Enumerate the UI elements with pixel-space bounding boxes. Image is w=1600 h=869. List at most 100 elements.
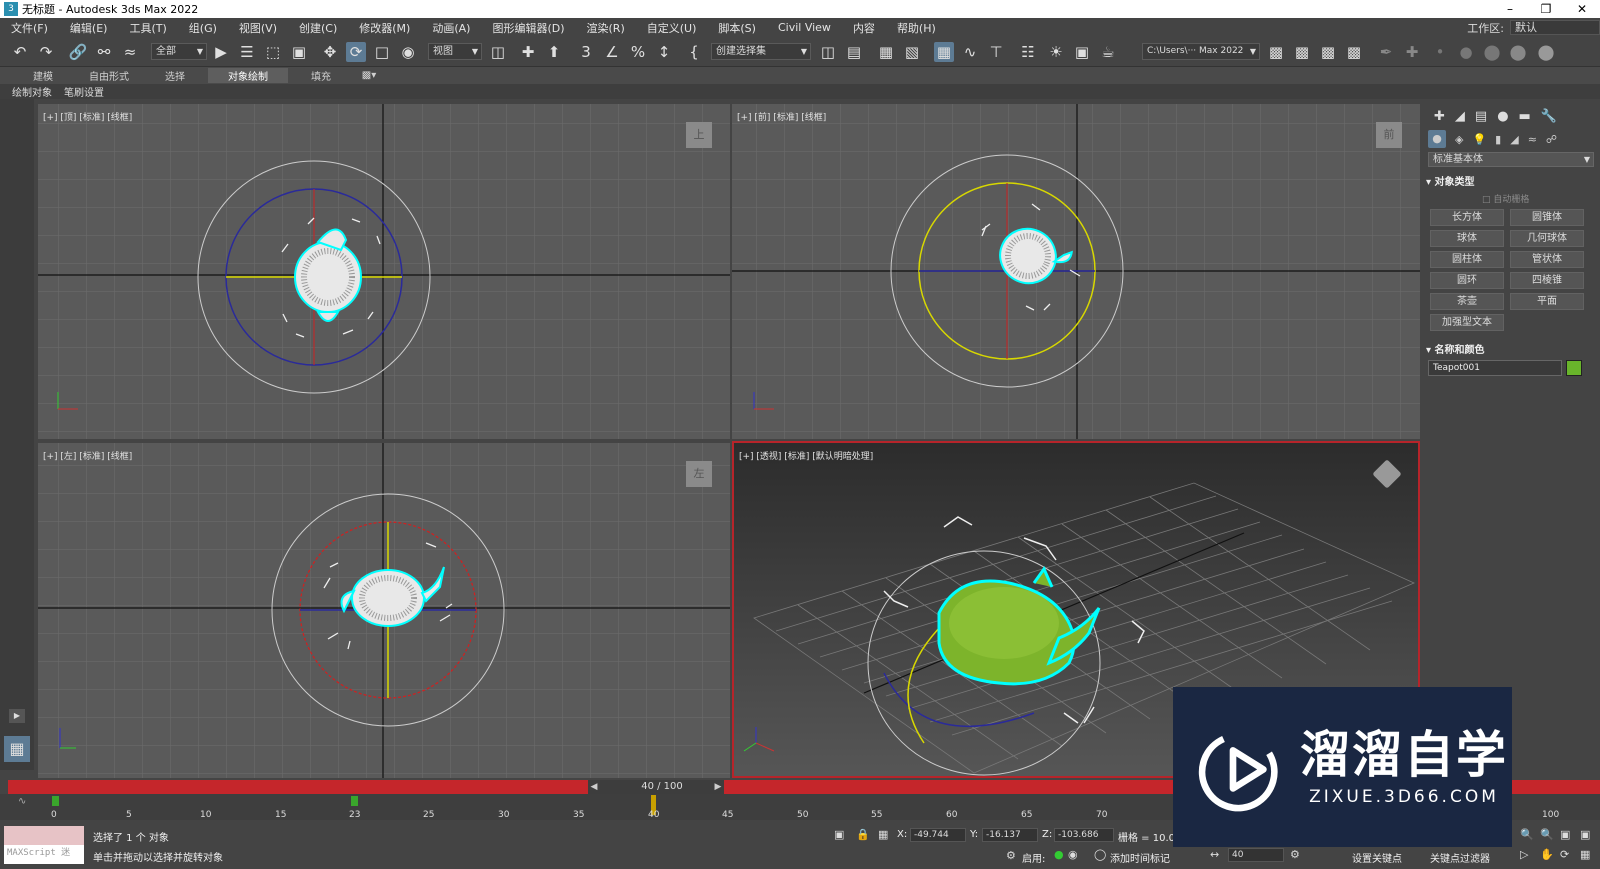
link-icon[interactable]: 🔗	[68, 42, 88, 62]
undo-icon[interactable]: ↶	[10, 42, 30, 62]
menu-rendering[interactable]: 渲染(R)	[576, 20, 636, 36]
render-production-icon[interactable]: ☕	[1098, 42, 1118, 62]
named-selection-dropdown[interactable]: 创建选择集 ▼	[711, 43, 811, 60]
render-setup-icon[interactable]: ☀	[1046, 42, 1066, 62]
time-config-icon[interactable]: ↔	[1210, 848, 1219, 861]
maxscript-output[interactable]	[4, 826, 84, 845]
box-button[interactable]: 长方体	[1430, 209, 1504, 226]
viewport-left[interactable]: [+] [左] [标准] [线框] 左	[38, 443, 730, 778]
viewport-front[interactable]: [+] [前] [标准] [线框] 前	[732, 104, 1420, 439]
pyramid-button[interactable]: 四棱锥	[1510, 272, 1584, 289]
adaptive-degradation-icon[interactable]: ⚙	[1006, 849, 1016, 862]
viewcube-front[interactable]: 前	[1376, 122, 1402, 148]
maximize-viewport-icon[interactable]: ▦	[1580, 848, 1590, 861]
keyboard-shortcut-icon[interactable]: ⬆	[544, 42, 564, 62]
prev-frame-icon[interactable]: ◀	[588, 780, 600, 794]
menu-tools[interactable]: 工具(T)	[118, 20, 177, 36]
menu-views[interactable]: 视图(V)	[228, 20, 288, 36]
layer-explorer-icon[interactable]: ▧	[902, 42, 922, 62]
create-tab-icon[interactable]: ✚	[1434, 109, 1445, 124]
menu-file[interactable]: 文件(F)	[0, 20, 59, 36]
align-icon[interactable]: ▤	[844, 42, 864, 62]
project-path-dropdown[interactable]: C:\Users\··· Max 2022 ▼	[1142, 43, 1260, 60]
redo-icon[interactable]: ↷	[36, 42, 56, 62]
viewport-front-label[interactable]: [+] [前] [标准] [线框]	[737, 110, 826, 123]
arnold-icon[interactable]: ▩	[1318, 42, 1338, 62]
tab-selection[interactable]: 选择	[142, 68, 208, 83]
time-tag-icon[interactable]: ◯	[1094, 848, 1106, 861]
selection-filter-dropdown[interactable]: 全部 ▼	[151, 43, 207, 60]
motion-tab-icon[interactable]: ●	[1497, 109, 1508, 124]
enable-dot-icon[interactable]: ●	[1054, 848, 1064, 861]
utilities-tab-icon[interactable]: 🔧	[1541, 109, 1557, 124]
key-filters-button[interactable]: 关键点过滤器	[1430, 850, 1490, 865]
modify-tab-icon[interactable]: ◢	[1455, 109, 1465, 124]
enable-toggle-icon[interactable]: ◉	[1068, 848, 1078, 861]
brush-settings-label[interactable]: 笔刷设置	[64, 84, 104, 99]
add-time-tag[interactable]: 添加时间标记	[1110, 850, 1170, 865]
place-icon[interactable]: ◉	[398, 42, 418, 62]
lock-icon[interactable]: 🔒	[856, 828, 870, 841]
next-frame-icon[interactable]: ▶	[712, 780, 724, 794]
tab-populate[interactable]: 填充	[288, 68, 354, 83]
rect-selection-icon[interactable]: ⬚	[263, 42, 283, 62]
geometry-icon[interactable]: ●	[1428, 130, 1446, 148]
sphere-button[interactable]: 球体	[1430, 230, 1504, 247]
autogrid-checkbox[interactable]: □ 自动栅格	[1422, 192, 1600, 205]
select-object-icon[interactable]: ▶	[211, 42, 231, 62]
isolate-icon[interactable]: ▣	[834, 828, 844, 841]
tab-freeform[interactable]: 自由形式	[76, 68, 142, 83]
menu-animation[interactable]: 动画(A)	[421, 20, 481, 36]
torus-button[interactable]: 圆环	[1430, 272, 1504, 289]
orbit-icon[interactable]: ⟳	[1560, 848, 1569, 861]
cone-button[interactable]: 圆锥体	[1510, 209, 1584, 226]
ribbon-toggle-icon[interactable]: ▦	[934, 42, 954, 62]
move-icon[interactable]: ✥	[320, 42, 340, 62]
edit-named-selection-icon[interactable]: {	[684, 42, 704, 62]
select-manipulate-icon[interactable]: ✚	[518, 42, 538, 62]
lights-icon[interactable]: 💡	[1472, 133, 1486, 146]
set-key-button[interactable]: 设置关键点	[1352, 850, 1402, 865]
close-icon[interactable]: ✕	[1564, 0, 1600, 18]
systems-icon[interactable]: ☍	[1546, 133, 1557, 146]
menu-customize[interactable]: 自定义(U)	[636, 20, 708, 36]
y-coord-field[interactable]: -16.137	[982, 828, 1038, 842]
maxscript-input[interactable]: MAXScript 迷	[4, 845, 84, 864]
object-name-field[interactable]: Teapot001	[1428, 360, 1562, 376]
tab-modeling[interactable]: 建模	[10, 68, 76, 83]
schematic-view-icon[interactable]: ⊤	[986, 42, 1006, 62]
minimize-icon[interactable]: –	[1492, 0, 1528, 18]
primitive-type-dropdown[interactable]: 标准基本体 ▼	[1428, 152, 1594, 167]
object-color-swatch[interactable]	[1566, 360, 1582, 376]
keyframe-marker[interactable]	[52, 796, 59, 806]
curve-editor-icon[interactable]: ∿	[960, 42, 980, 62]
menu-help[interactable]: 帮助(H)	[886, 20, 947, 36]
current-frame-field[interactable]: 40	[1228, 848, 1284, 862]
viewport-perspective-label[interactable]: [+] [透视] [标准] [默认明暗处理]	[739, 449, 873, 462]
object-type-rollout[interactable]: ▾ 对象类型	[1426, 173, 1596, 188]
spinner-snap-icon[interactable]: ↕	[654, 42, 674, 62]
paint-objects-label[interactable]: 绘制对象	[12, 84, 52, 99]
unlink-icon[interactable]: ⚯	[94, 42, 114, 62]
absolute-mode-icon[interactable]: ▦	[878, 828, 888, 841]
angle-snap-icon[interactable]: ∠	[602, 42, 622, 62]
material-editor-icon[interactable]: ☷	[1018, 42, 1038, 62]
zoom-icon[interactable]: 🔍	[1520, 828, 1534, 841]
ribbon-options-icon[interactable]: ▩▾	[354, 70, 384, 81]
render-gpu-icon[interactable]: ▩	[1344, 42, 1364, 62]
menu-graph-editors[interactable]: 图形编辑器(D)	[481, 20, 575, 36]
pan-icon[interactable]: ✋	[1540, 848, 1554, 861]
menu-scripting[interactable]: 脚本(S)	[707, 20, 767, 36]
x-coord-field[interactable]: -49.744	[910, 828, 966, 842]
select-by-name-icon[interactable]: ☰	[237, 42, 257, 62]
time-slider-thumb[interactable]: 40 / 100	[600, 780, 724, 794]
zoom-all-icon[interactable]: 🔍	[1540, 828, 1554, 841]
display-tab-icon[interactable]: ▬	[1519, 109, 1531, 124]
mirror-icon[interactable]: ◫	[818, 42, 838, 62]
viewcube-left[interactable]: 左	[686, 461, 712, 487]
pivot-center-icon[interactable]: ◫	[488, 42, 508, 62]
hierarchy-tab-icon[interactable]: ▤	[1475, 109, 1487, 124]
scene-explorer-icon[interactable]: ▦	[876, 42, 896, 62]
geosphere-button[interactable]: 几何球体	[1510, 230, 1584, 247]
menu-group[interactable]: 组(G)	[178, 20, 228, 36]
